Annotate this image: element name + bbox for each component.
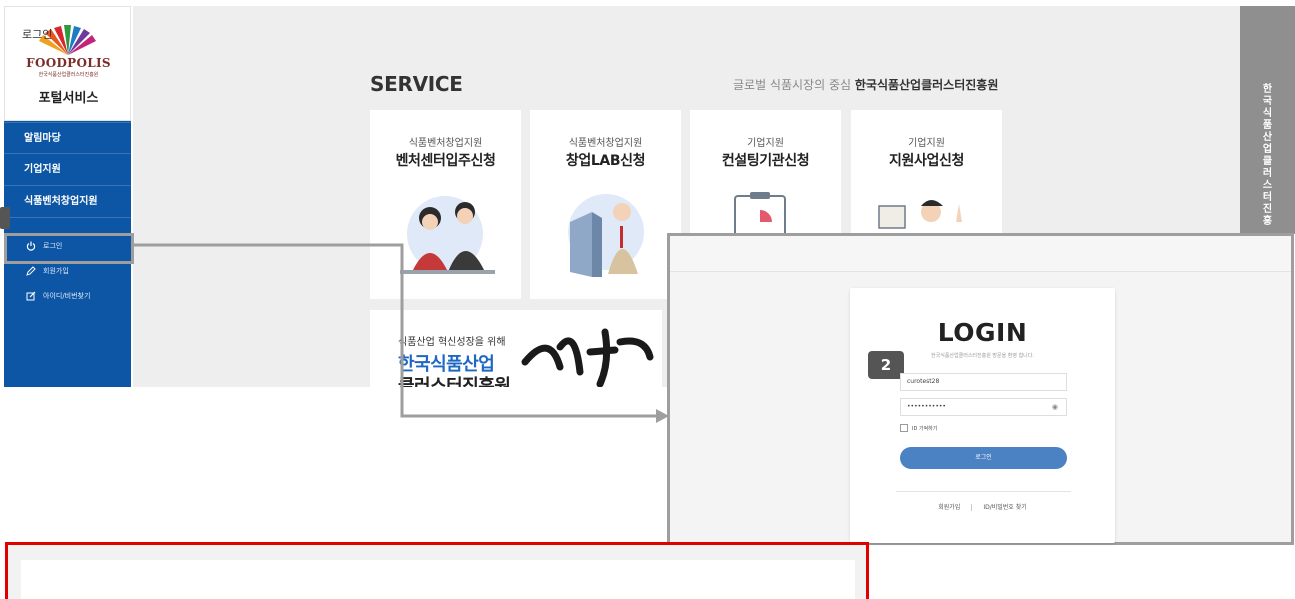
username-field[interactable]: curotest28 (900, 373, 1067, 391)
link-separator (971, 504, 973, 511)
find-account-link[interactable]: ID/비밀번호 찾기 (983, 504, 1026, 511)
remember-id-checkbox[interactable]: ID 기억하기 (900, 424, 937, 432)
divider (896, 491, 1071, 492)
highlighted-section (5, 542, 869, 599)
eye-icon[interactable]: ◉ (1052, 399, 1058, 415)
login-description: 한국식품산업클러스터진흥원 방문을 환영 합니다. (931, 353, 1034, 359)
remember-id-label: ID 기억하기 (912, 425, 938, 432)
signup-link[interactable]: 회원가입 (938, 504, 960, 511)
password-value: ••••••••••• (907, 403, 946, 410)
account-links: 회원가입 ID/비밀번호 찾기 (850, 502, 1115, 511)
checkbox-box[interactable] (900, 424, 908, 432)
login-button[interactable]: 로그인 (900, 447, 1067, 469)
login-card: 2 LOGIN 한국식품산업클러스터진흥원 방문을 환영 합니다. curote… (850, 288, 1115, 543)
highlighted-section-inner (21, 560, 855, 599)
login-page-panel: 2 LOGIN 한국식품산업클러스터진흥원 방문을 환영 합니다. curote… (667, 233, 1294, 545)
login-title: LOGIN (937, 318, 1028, 347)
section-label: 로그인 (22, 28, 53, 41)
login-page-header (670, 236, 1291, 272)
password-field[interactable]: ••••••••••• ◉ (900, 398, 1067, 416)
tutorial-screenshot: FOODPOLIS 한국식품산업클러스터진흥원 포털서비스 알림마당 기업지원 … (0, 0, 1295, 599)
